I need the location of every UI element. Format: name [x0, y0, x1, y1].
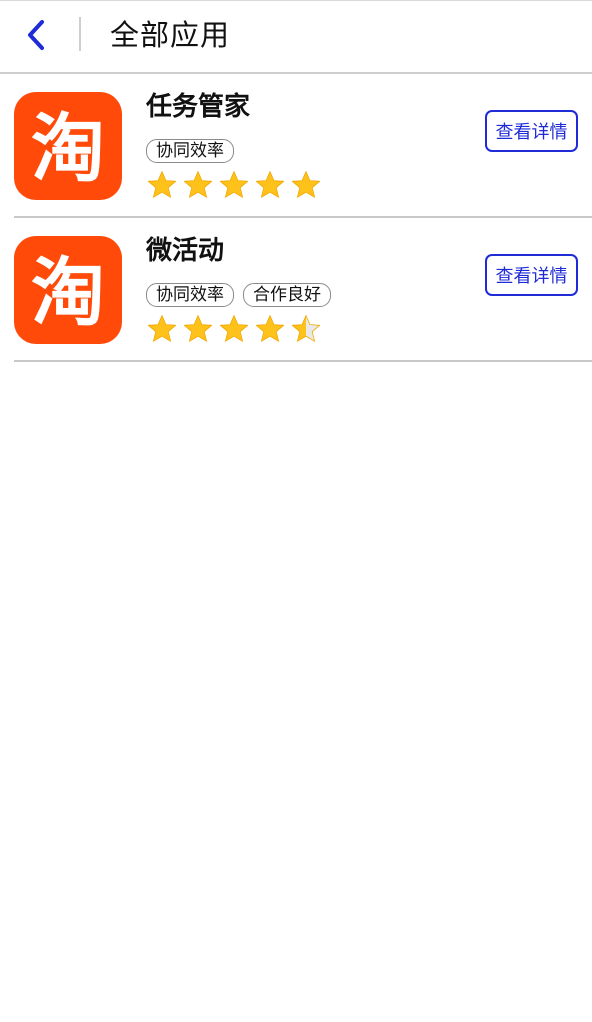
app-icon-glyph: 淘 — [31, 250, 105, 336]
chevron-left-icon — [28, 20, 44, 50]
app-icon-glyph: 淘 — [31, 106, 105, 192]
app-list-item[interactable]: 淘 任务管家 协同效率 查看详情 — [14, 74, 592, 218]
star-full-icon — [219, 315, 249, 342]
star-half-icon — [291, 315, 321, 342]
tag-list: 协同效率 合作良好 — [146, 283, 331, 307]
star-rating — [146, 169, 322, 201]
view-details-button[interactable]: 查看详情 — [485, 254, 578, 296]
nav-divider — [79, 17, 81, 51]
star-rating — [146, 313, 322, 345]
tag-badge: 合作良好 — [243, 283, 331, 307]
taobao-app-icon: 淘 — [14, 92, 122, 200]
star-full-icon — [147, 171, 177, 198]
app-list-item[interactable]: 淘 微活动 协同效率 合作良好 查看详情 — [14, 218, 592, 362]
app-name: 微活动 — [146, 236, 225, 266]
tag-badge: 协同效率 — [146, 283, 234, 307]
tag-badge: 协同效率 — [146, 139, 234, 163]
navigation-bar: 全部应用 — [0, 1, 592, 74]
star-full-icon — [147, 315, 177, 342]
taobao-app-icon: 淘 — [14, 236, 122, 344]
app-screen: 全部应用 淘 任务管家 协同效率 查看详情 淘 微活动 协同效率 合作良好 查看… — [0, 0, 592, 1022]
view-details-button[interactable]: 查看详情 — [485, 110, 578, 152]
star-full-icon — [255, 171, 285, 198]
star-full-icon — [183, 171, 213, 198]
tag-list: 协同效率 — [146, 139, 234, 163]
star-full-icon — [183, 315, 213, 342]
back-button[interactable] — [14, 15, 58, 55]
star-full-icon — [291, 171, 321, 198]
app-name: 任务管家 — [146, 92, 251, 122]
star-full-icon — [219, 171, 249, 198]
star-full-icon — [255, 315, 285, 342]
app-list: 淘 任务管家 协同效率 查看详情 淘 微活动 协同效率 合作良好 查看详情 — [0, 74, 592, 362]
page-title: 全部应用 — [110, 18, 231, 52]
